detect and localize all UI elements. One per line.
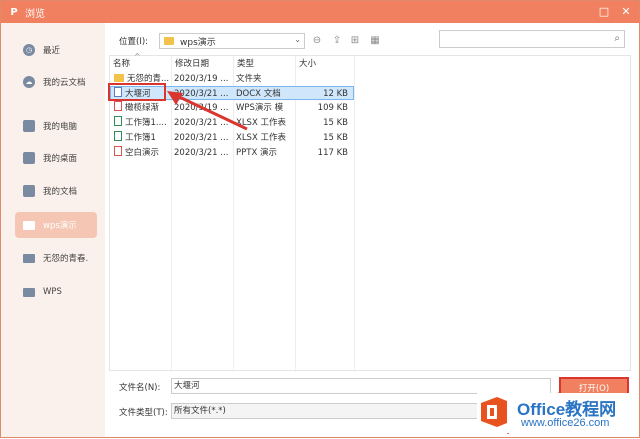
arrow-to-selected-file (167, 91, 248, 131)
office-logo-icon (481, 397, 507, 427)
browse-dialog: P 浏览 □ ✕ ◷ 最近 ☁ 我的云文档 我的电脑 我的桌面 我的文档 wps… (0, 0, 640, 438)
filename-label: 文件名(N): (119, 383, 161, 393)
watermark-url: www.office26.com (521, 417, 610, 429)
filetype-label: 文件类型(T): (119, 408, 168, 418)
filename-input[interactable]: 大堰河 (171, 378, 551, 394)
watermark-logo: Office教程网 www.office26.com (477, 393, 637, 433)
